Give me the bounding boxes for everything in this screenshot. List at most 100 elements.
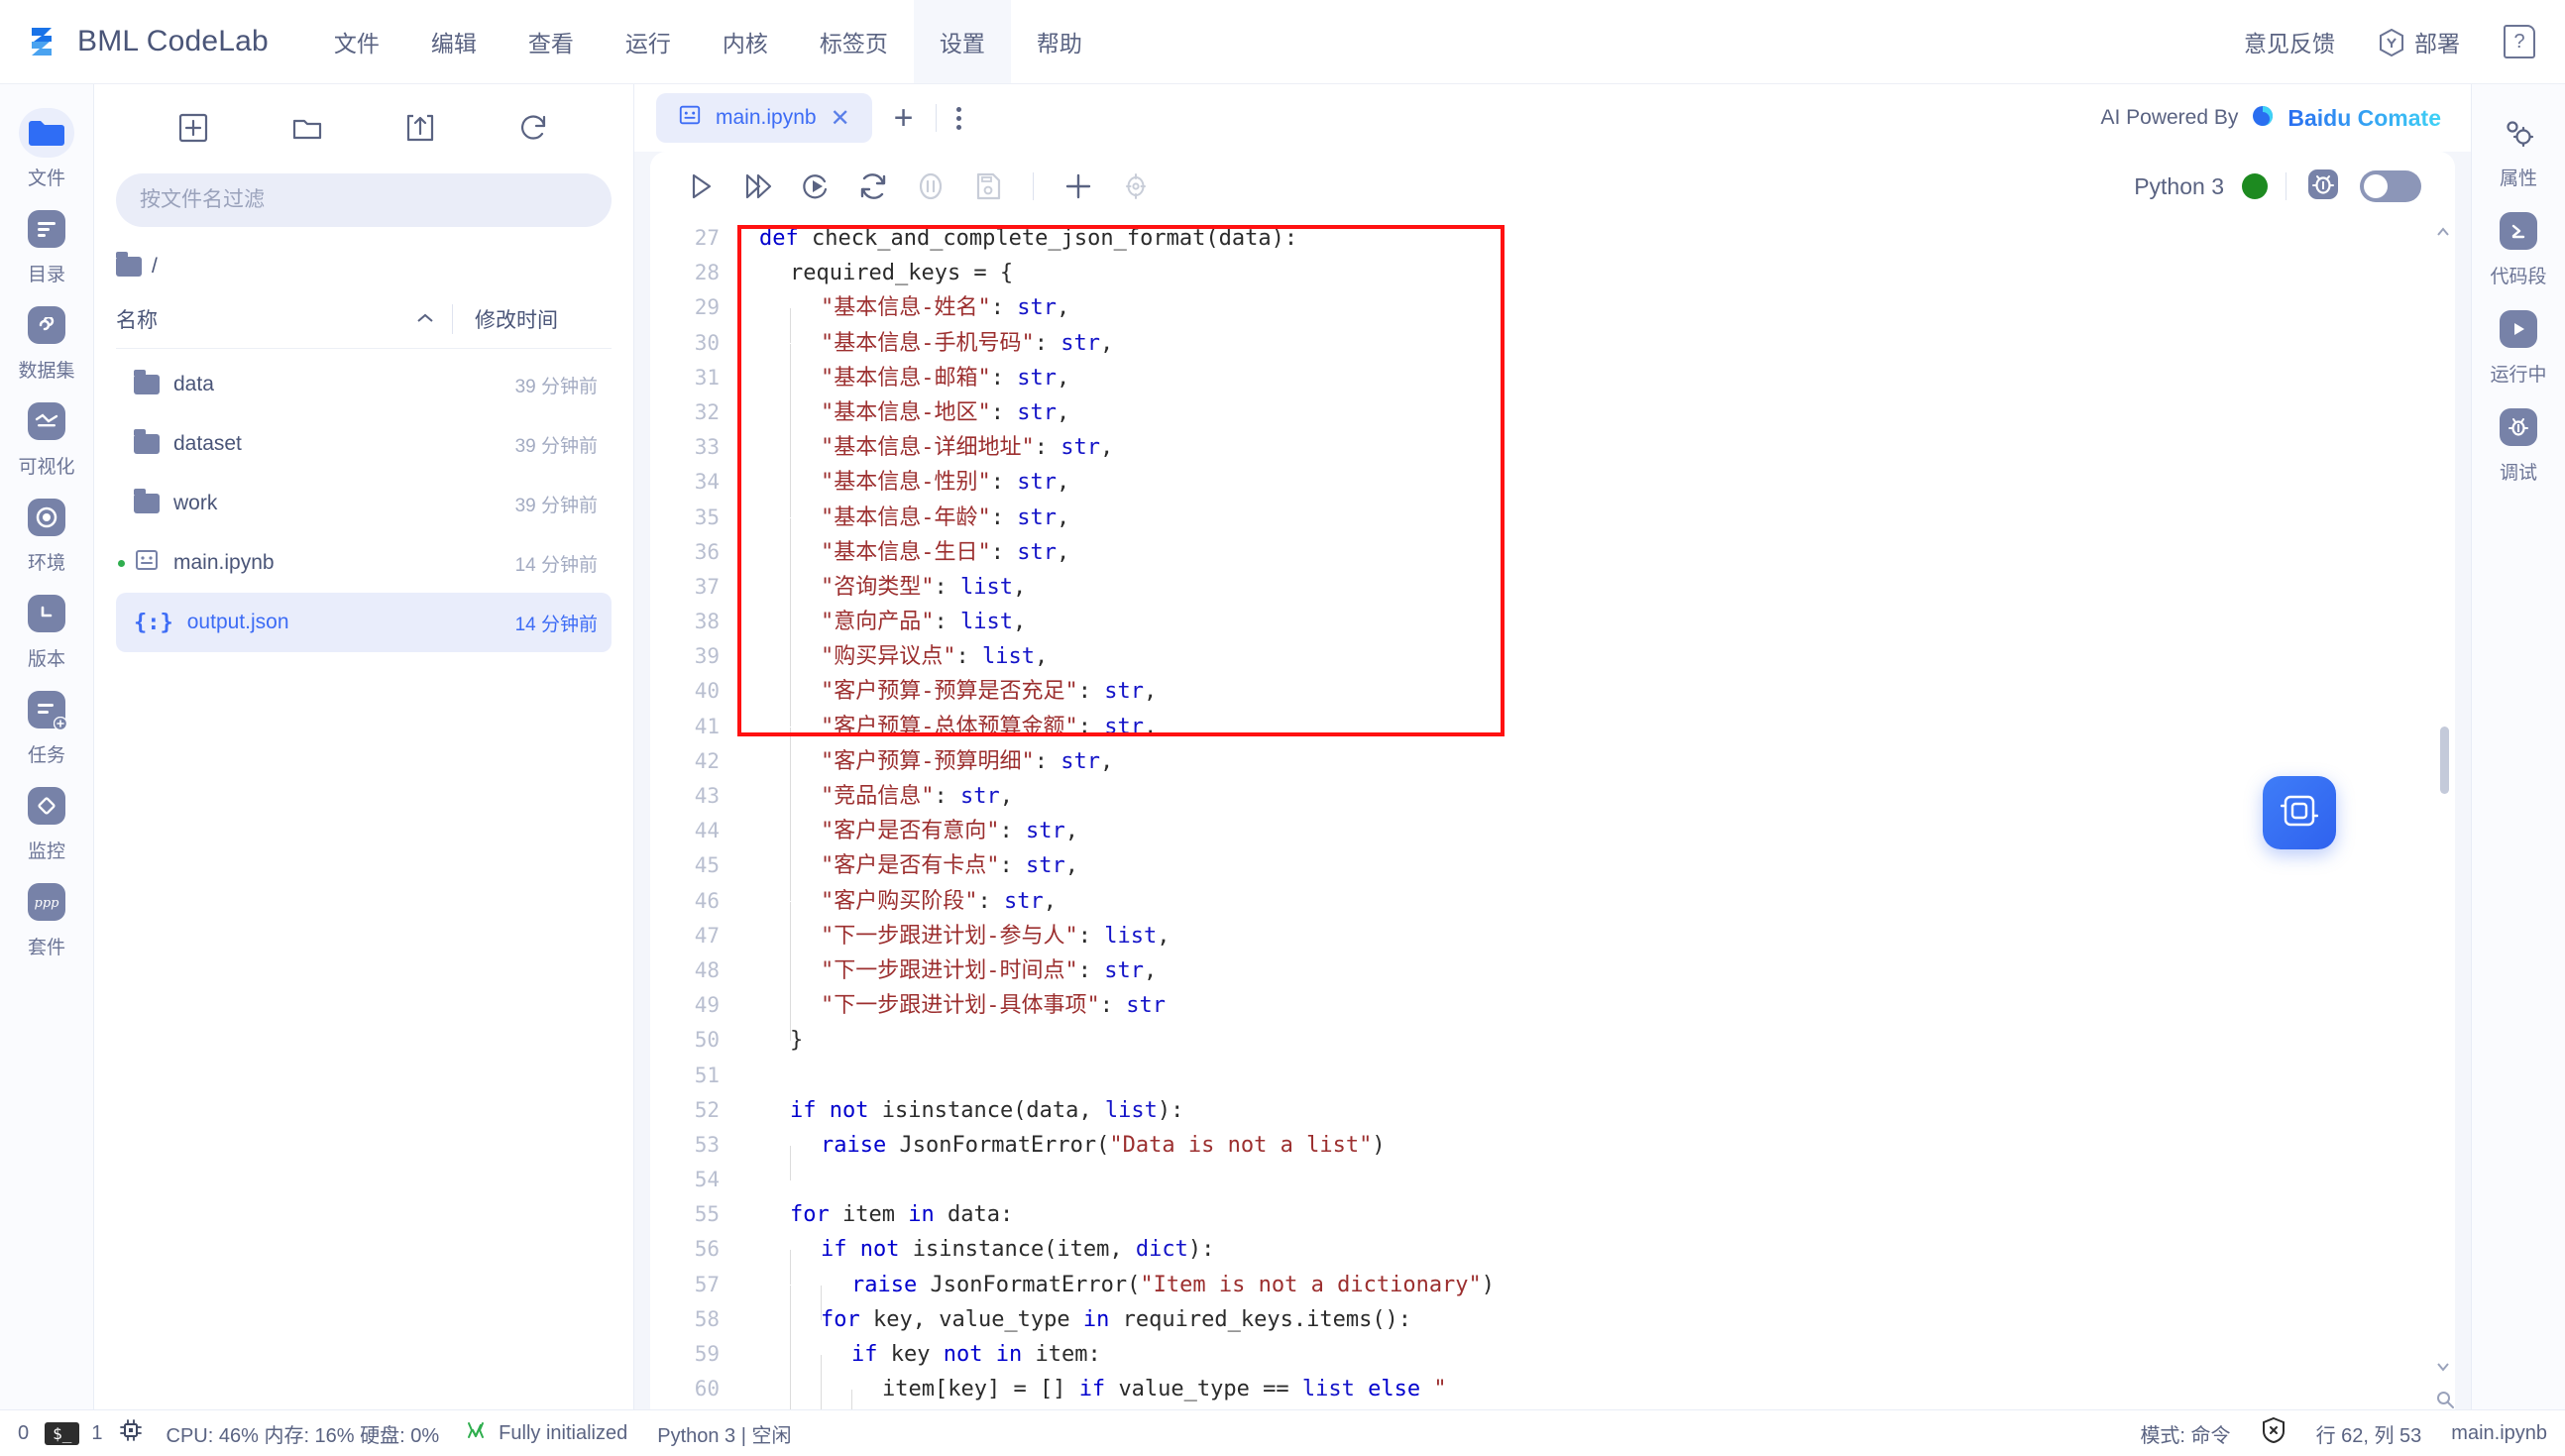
code-line[interactable]: 56 if not isinstance(item, dict): (650, 1232, 2455, 1286)
menu-item-help[interactable]: 帮助 (1011, 0, 1108, 83)
sidebar-item-dataset[interactable]: 数据集 (5, 294, 88, 385)
code-lines[interactable]: 27 def check_and_complete_json_format(dat… (650, 221, 2455, 1409)
scroll-up-icon[interactable] (2435, 225, 2451, 241)
code-line[interactable]: 48 "下一步跟进计划-时间点": str, (650, 953, 2455, 1006)
file-filter-input[interactable] (140, 188, 588, 212)
list-item[interactable]: work 39 分钟前 (116, 474, 612, 533)
bug-icon[interactable] (2304, 166, 2342, 208)
list-item[interactable]: dataset 39 分钟前 (116, 414, 612, 474)
refresh-icon[interactable] (844, 158, 902, 215)
code-line[interactable]: 34 "基本信息-性别": str, (650, 465, 2455, 518)
code-line[interactable]: 57 raise JsonFormatError("Item is not a d… (650, 1268, 2455, 1320)
save-icon[interactable] (959, 158, 1017, 215)
menu-item-run[interactable]: 运行 (600, 0, 697, 83)
new-file-icon[interactable] (173, 108, 213, 148)
code-line[interactable]: 37 "咨询类型": list, (650, 570, 2455, 622)
code-line[interactable]: 58 for key, value_type in required_keys.i… (650, 1302, 2455, 1355)
code-line[interactable]: 40 "客户预算-预算是否充足": str, (650, 674, 2455, 728)
code-line[interactable]: 30 "基本信息-手机号码": str, (650, 326, 2455, 379)
editor-vertical-scrollbar[interactable] (2435, 221, 2454, 1409)
code-line[interactable]: 47 "下一步跟进计划-参与人": list, (650, 919, 2455, 971)
fast-forward-icon[interactable] (729, 158, 787, 215)
menu-item-tabs[interactable]: 标签页 (794, 0, 914, 83)
upload-icon[interactable] (400, 108, 440, 148)
pause-icon[interactable] (902, 158, 959, 215)
tab-overflow-menu-icon[interactable] (937, 106, 981, 130)
sidebar-item-visualization[interactable]: 可视化 (5, 391, 88, 481)
comate-assistant-button[interactable] (2263, 776, 2336, 849)
scrollbar-thumb[interactable] (2440, 727, 2449, 794)
sidebar-item-task[interactable]: 任务 (5, 679, 88, 769)
sidebar-item-properties[interactable]: 属性 (2477, 102, 2560, 192)
code-line[interactable]: 53 raise JsonFormatError("Data is not a l… (650, 1128, 2455, 1180)
code-line[interactable]: 51 (650, 1059, 2455, 1093)
restart-run-icon[interactable] (787, 158, 844, 215)
code-line[interactable]: 35 "基本信息-年龄": str, (650, 501, 2455, 553)
feedback-button[interactable]: 意见反馈 (2222, 0, 2357, 84)
code-line[interactable]: 52 if not isinstance(data, list): (650, 1093, 2455, 1128)
kernel-state-group[interactable]: Python 3 | 空闲 (657, 1419, 791, 1448)
scroll-down-icon[interactable] (2435, 1360, 2451, 1376)
code-line[interactable]: 32 "基本信息-地区": str, (650, 395, 2455, 448)
code-line[interactable]: 41 "客户预算-总体预算金额": str, (650, 710, 2455, 762)
list-item[interactable]: {:} output.json 14 分钟前 (116, 593, 612, 652)
plus-icon[interactable] (1050, 158, 1107, 215)
code-line[interactable]: 33 "基本信息-详细地址": str, (650, 430, 2455, 484)
close-icon[interactable]: ✕ (831, 104, 850, 133)
terminal-count-group[interactable]: $_ 1 (45, 1421, 103, 1445)
breadcrumb[interactable]: / (116, 252, 612, 279)
sidebar-item-version[interactable]: 版本 (5, 583, 88, 673)
shield-x-icon[interactable] (2261, 1416, 2286, 1450)
play-icon[interactable] (672, 158, 729, 215)
code-line[interactable]: 45 "客户是否有卡点": str, (650, 848, 2455, 902)
list-item[interactable]: main.ipynb 14 分钟前 (116, 533, 612, 593)
code-line[interactable]: 36 "基本信息-生日": str, (650, 535, 2455, 588)
menu-item-file[interactable]: 文件 (308, 0, 405, 83)
code-line[interactable]: 39 "购买异议点": list, (650, 639, 2455, 693)
code-line[interactable]: 44 "客户是否有意向": str, (650, 814, 2455, 867)
sidebar-item-suite[interactable]: ppp 套件 (5, 871, 88, 961)
code-line[interactable]: 46 "客户购买阶段": str, (650, 884, 2455, 937)
sidebar-item-files[interactable]: 文件 (5, 102, 88, 192)
code-line[interactable]: 54 (650, 1163, 2455, 1197)
search-icon[interactable] (2435, 1390, 2454, 1408)
refresh-icon[interactable] (514, 108, 554, 148)
sidebar-item-environment[interactable]: 环境 (5, 487, 88, 577)
code-line[interactable]: 42 "客户预算-预算明细": str, (650, 744, 2455, 797)
debug-toggle[interactable] (2360, 170, 2421, 202)
code-scroll-area[interactable]: 27 def check_and_complete_json_format(dat… (650, 221, 2455, 1409)
menu-item-edit[interactable]: 编辑 (405, 0, 502, 83)
list-item[interactable]: data 39 分钟前 (116, 355, 612, 414)
code-line[interactable]: 28 required_keys = { (650, 256, 2455, 290)
code-line[interactable]: 59 if key not in item: (650, 1337, 2455, 1390)
code-line[interactable]: 49 "下一步跟进计划-具体事项": str (650, 988, 2455, 1042)
menu-item-view[interactable]: 查看 (502, 0, 600, 83)
code-line[interactable]: 27 def check_and_complete_json_format(dat… (650, 221, 2455, 256)
help-button[interactable]: ? (2482, 0, 2541, 84)
code-line[interactable]: 43 "竞品信息": str, (650, 779, 2455, 832)
sidebar-item-toc[interactable]: 目录 (5, 198, 88, 288)
sidebar-item-debug[interactable]: 调试 (2477, 396, 2560, 487)
sidebar-item-monitor[interactable]: 监控 (5, 775, 88, 865)
code-line[interactable]: 55 for item in data: (650, 1197, 2455, 1232)
menu-item-settings[interactable]: 设置 (913, 0, 1011, 83)
code-line[interactable]: 60 item[key] = [] if value_type == list e… (650, 1372, 2455, 1409)
code-line[interactable]: 31 "基本信息-邮箱": str, (650, 361, 2455, 413)
code-line[interactable]: 38 "意向产品": list, (650, 605, 2455, 658)
sidebar-item-running[interactable]: 运行中 (2477, 298, 2560, 389)
kernel-name-label[interactable]: Python 3 (2134, 173, 2224, 200)
tab-main-ipynb[interactable]: main.ipynb ✕ (656, 93, 872, 143)
code-line[interactable]: 29 "基本信息-姓名": str, (650, 290, 2455, 344)
deploy-button[interactable]: 部署 (2357, 0, 2482, 84)
target-icon[interactable] (1107, 158, 1165, 215)
menu-item-kernel[interactable]: 内核 (697, 0, 794, 83)
column-header-name[interactable]: 名称 (116, 304, 453, 334)
new-tab-button[interactable]: + (872, 99, 936, 138)
code-editor[interactable]: 27 def check_and_complete_json_format(dat… (650, 221, 2455, 1409)
file-filter-box[interactable] (116, 173, 612, 227)
new-folder-icon[interactable] (287, 108, 327, 148)
sidebar-item-snippets[interactable]: 代码段 (2477, 200, 2560, 290)
kernel-count-group[interactable]: 0 (18, 1422, 29, 1445)
code-line[interactable]: 50} (650, 1023, 2455, 1058)
column-header-modified[interactable]: 修改时间 (453, 304, 612, 334)
